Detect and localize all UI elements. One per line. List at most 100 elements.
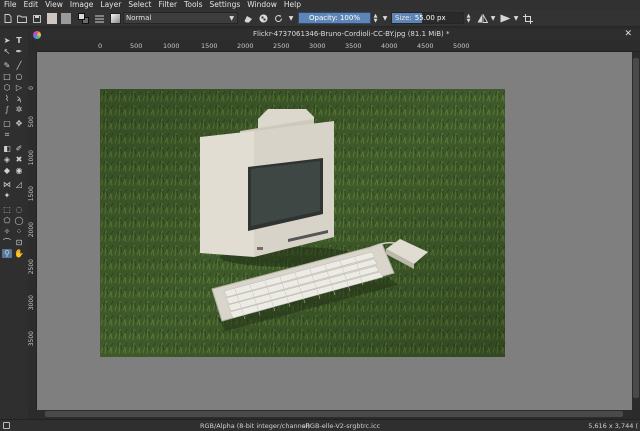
menu-settings[interactable]: Settings (210, 0, 241, 10)
status-image-dimensions: 5,616 x 3,744 ( (588, 422, 638, 430)
vertical-scroll-thumb[interactable] (633, 58, 639, 398)
bezier-selection-icon[interactable]: ⌒ (2, 238, 12, 247)
elliptical-selection-icon[interactable]: ◌ (14, 205, 24, 214)
color-picker-icon[interactable]: ✐ (14, 144, 24, 153)
menu-filter[interactable]: Filter (158, 0, 177, 10)
mirror-horizontal-icon[interactable] (476, 12, 488, 25)
polygon-tool-icon[interactable]: ⬡ (2, 83, 12, 92)
pan-tool-icon[interactable]: ✋ (14, 249, 24, 258)
blend-mode-value: Normal (126, 14, 152, 22)
assistant-tool-icon[interactable]: ⋈ (2, 180, 12, 189)
blend-mode-select[interactable]: Normal ▼ (123, 12, 238, 24)
gradient-preset-swatch[interactable] (47, 13, 57, 24)
ruler-tick: 4000 (381, 42, 398, 50)
menu-bar: File Edit View Image Layer Select Filter… (0, 0, 640, 10)
dynamic-brush-icon[interactable]: ∫ (2, 105, 12, 114)
fill-tool-icon[interactable]: ◆ (2, 166, 12, 175)
contiguous-selection-icon[interactable]: ✧ (2, 227, 12, 236)
brush-settings-icon[interactable] (94, 12, 104, 25)
size-stepper[interactable]: ▲ ▼ (465, 12, 472, 25)
app-logo-icon (33, 31, 41, 39)
pattern-swatch[interactable] (61, 13, 71, 24)
preserve-alpha-icon[interactable] (258, 12, 268, 25)
menu-layer[interactable]: Layer (100, 0, 121, 10)
vertical-ruler: 0 500 1000 1500 2000 2500 3000 3500 (28, 52, 37, 410)
rectangle-tool-icon[interactable]: □ (2, 72, 12, 81)
ruler-tick: 4500 (417, 42, 434, 50)
similar-color-selection-icon[interactable]: ⁘ (14, 227, 24, 236)
ruler-tick: 0 (98, 42, 103, 50)
freehand-path-icon[interactable]: ϡ (14, 94, 24, 103)
menu-image[interactable]: Image (70, 0, 94, 10)
reference-images-icon[interactable]: ✦ (2, 191, 12, 200)
menu-edit[interactable]: Edit (24, 0, 39, 10)
zoom-tool-icon[interactable]: ⚲ (2, 249, 12, 258)
transform-tool-icon[interactable]: ▢ (2, 119, 12, 128)
gradient-tool-icon[interactable]: ◧ (2, 144, 12, 153)
multibrush-icon[interactable]: ✲ (14, 105, 24, 114)
ruler-tick: 2000 (28, 222, 35, 238)
brush-size-value: 55.00 px (414, 14, 446, 22)
edit-shapes-icon[interactable]: ↖ (2, 47, 12, 56)
brush-size-slider[interactable]: Size: 55.00 px (391, 12, 464, 24)
calligraphy-icon[interactable]: ✒ (14, 47, 24, 56)
freehand-selection-icon[interactable]: ◯ (14, 216, 24, 225)
chevron-down-icon[interactable]: ▼ (489, 12, 497, 25)
ruler-tick: 1500 (28, 186, 35, 202)
status-colorspace[interactable]: RGB/Alpha (8-bit integer/channel) (200, 422, 310, 430)
bezier-curve-icon[interactable]: ⌇ (2, 94, 12, 103)
ruler-tick: 500 (28, 116, 35, 128)
crop-tool-icon[interactable]: ⌗ (2, 130, 12, 139)
horizontal-scrollbar[interactable] (37, 410, 632, 418)
menu-view[interactable]: View (45, 0, 63, 10)
reload-preset-icon[interactable] (273, 12, 283, 25)
document-tab-bar: Flickr-4737061346-Bruno-Cordioli-CC-BY.j… (30, 29, 640, 40)
text-tool-icon[interactable]: T (14, 36, 24, 45)
enclose-fill-icon[interactable]: ◉ (14, 166, 24, 175)
eraser-mode-icon[interactable] (243, 12, 253, 25)
canvas-photo[interactable] (100, 89, 505, 357)
ruler-tick: 3000 (28, 295, 35, 311)
fg-bg-color-selector[interactable] (77, 12, 89, 25)
chevron-down-icon[interactable]: ▼ (381, 12, 389, 25)
opacity-slider[interactable]: Opacity: 100% (298, 12, 371, 24)
ruler-tick: 3500 (345, 42, 362, 50)
selection-status-icon[interactable] (3, 422, 10, 429)
menu-window[interactable]: Window (247, 0, 277, 10)
close-icon[interactable]: ✕ (624, 29, 632, 39)
magnetic-selection-icon[interactable]: ⊡ (14, 238, 24, 247)
line-tool-icon[interactable]: ╱ (14, 61, 24, 70)
brush-preset-icon[interactable] (109, 12, 121, 25)
colorize-mask-icon[interactable]: ◈ (2, 155, 12, 164)
vertical-scrollbar[interactable] (632, 52, 640, 410)
chevron-down-icon[interactable]: ▼ (287, 12, 295, 25)
ruler-tick: 2000 (237, 42, 254, 50)
move-tool-icon[interactable]: ✥ (14, 119, 24, 128)
document-title[interactable]: Flickr-4737061346-Bruno-Cordioli-CC-BY.j… (253, 30, 450, 38)
status-color-profile: sRGB-elle-V2-srgbtrc.icc (302, 422, 381, 430)
freehand-brush-icon[interactable]: ✎ (2, 61, 12, 70)
opacity-stepper[interactable]: ▲ ▼ (372, 12, 379, 25)
polyline-tool-icon[interactable]: ▷ (14, 83, 24, 92)
ellipse-tool-icon[interactable]: ○ (14, 72, 24, 81)
crop-icon[interactable] (522, 12, 533, 25)
menu-file[interactable]: File (4, 0, 17, 10)
menu-help[interactable]: Help (284, 0, 301, 10)
smart-patch-icon[interactable]: ✖ (14, 155, 24, 164)
rectangular-selection-icon[interactable]: ⬚ (2, 205, 12, 214)
menu-select[interactable]: Select (128, 0, 151, 10)
select-shapes-icon[interactable]: ➤ (2, 36, 12, 45)
save-icon[interactable] (32, 12, 42, 25)
measure-tool-icon[interactable]: ◿ (14, 180, 24, 189)
chevron-down-icon: ▼ (229, 14, 234, 22)
new-document-icon[interactable] (3, 12, 13, 25)
ruler-tick: 2500 (273, 42, 290, 50)
polygonal-selection-icon[interactable]: ⬠ (2, 216, 12, 225)
menu-tools[interactable]: Tools (184, 0, 202, 10)
brush-size-label: Size: (395, 14, 412, 22)
mirror-vertical-icon[interactable] (499, 12, 511, 25)
horizontal-scroll-thumb[interactable] (45, 411, 623, 417)
canvas-area[interactable] (37, 52, 632, 410)
chevron-down-icon[interactable]: ▼ (512, 12, 520, 25)
open-document-icon[interactable] (17, 12, 27, 25)
